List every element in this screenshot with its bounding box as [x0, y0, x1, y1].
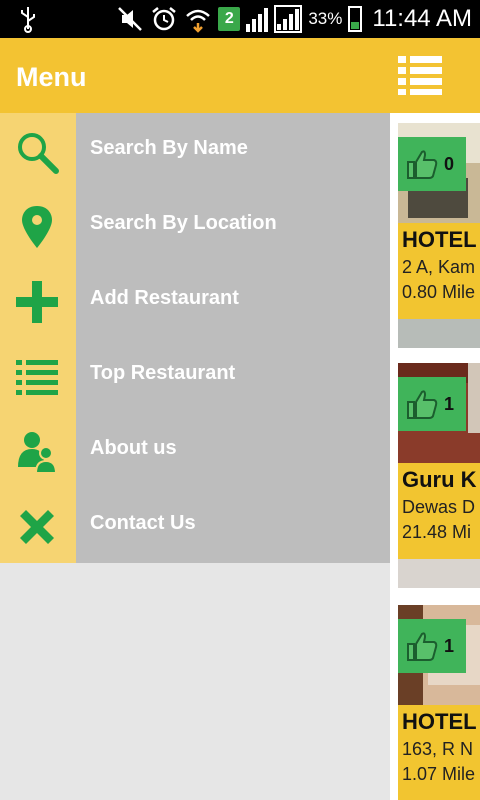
menu-item-label: Search By Location	[90, 212, 277, 234]
like-button[interactable]: 1	[398, 619, 466, 673]
restaurant-info: Guru K Dewas D 21.48 Mi	[398, 463, 480, 559]
restaurant-address: Dewas D	[402, 497, 476, 517]
notification-badge: 2	[218, 7, 241, 31]
restaurant-address: 2 A, Kam	[402, 257, 476, 277]
restaurant-distance: 1.07 Mile	[402, 764, 476, 784]
restaurant-card[interactable]: 1 HOTEL 163, R N 1.07 Mile	[398, 605, 480, 800]
like-count: 0	[444, 153, 455, 174]
thumbs-up-icon	[407, 150, 438, 179]
restaurant-list: 0 HOTEL 2 A, Kam 0.80 Mile 1 Guru K Dewa…	[390, 113, 480, 800]
plus-icon	[16, 281, 58, 323]
menu-item-search-by-name[interactable]: Search By Name	[0, 113, 390, 188]
restaurant-name: HOTEL	[402, 227, 477, 252]
battery-icon	[348, 6, 363, 32]
signal-icon-2	[274, 5, 303, 33]
wifi-icon	[186, 9, 211, 33]
restaurant-name: HOTEL	[402, 709, 477, 734]
thumbs-up-icon	[407, 632, 438, 661]
list-icon	[16, 360, 58, 395]
menu-item-label: Add Restaurant	[90, 287, 239, 309]
menu-item-label: Contact Us	[90, 512, 196, 534]
menu-item-label: Top Restaurant	[90, 362, 236, 384]
menu-item-top-restaurant[interactable]: Top Restaurant	[0, 338, 390, 413]
alarm-icon	[152, 7, 177, 31]
restaurant-card[interactable]: 0 HOTEL 2 A, Kam 0.80 Mile	[398, 123, 480, 348]
menu-item-search-by-location[interactable]: Search By Location	[0, 188, 390, 263]
action-bar: Menu	[0, 38, 480, 113]
like-button[interactable]: 1	[398, 377, 466, 431]
page-title: Menu	[16, 62, 87, 92]
status-bar: 2 33% 11:44 AM	[0, 0, 480, 38]
clock: 11:44 AM	[372, 5, 472, 32]
signal-icon	[246, 6, 269, 32]
menu-item-label: Search By Name	[90, 137, 248, 159]
location-pin-icon	[22, 206, 52, 248]
mute-icon	[118, 7, 143, 31]
like-button[interactable]: 0	[398, 137, 466, 191]
thumbs-up-icon	[407, 390, 438, 419]
menu-item-add-restaurant[interactable]: Add Restaurant	[0, 263, 390, 338]
menu-item-about-us[interactable]: About us	[0, 413, 390, 488]
menu-item-contact-us[interactable]: Contact Us	[0, 488, 390, 563]
restaurant-address: 163, R N	[402, 739, 474, 759]
restaurant-name: Guru K	[402, 467, 477, 492]
restaurant-info: HOTEL 163, R N 1.07 Mile	[398, 705, 480, 800]
battery-percent: 33%	[308, 9, 343, 28]
restaurant-card[interactable]: 1 Guru K Dewas D 21.48 Mi	[398, 363, 480, 588]
menu-item-label: About us	[90, 437, 177, 459]
close-x-icon	[20, 510, 54, 544]
people-icon	[18, 432, 58, 474]
list-icon[interactable]	[396, 54, 444, 96]
search-icon	[18, 133, 59, 174]
nav-drawer: Search By Name Search By Location Add Re…	[0, 113, 390, 563]
restaurant-info: HOTEL 2 A, Kam 0.80 Mile	[398, 223, 480, 319]
usb-icon	[21, 7, 35, 33]
like-count: 1	[444, 635, 455, 656]
like-count: 1	[444, 393, 455, 414]
restaurant-distance: 21.48 Mi	[402, 522, 472, 542]
restaurant-distance: 0.80 Mile	[402, 282, 476, 302]
